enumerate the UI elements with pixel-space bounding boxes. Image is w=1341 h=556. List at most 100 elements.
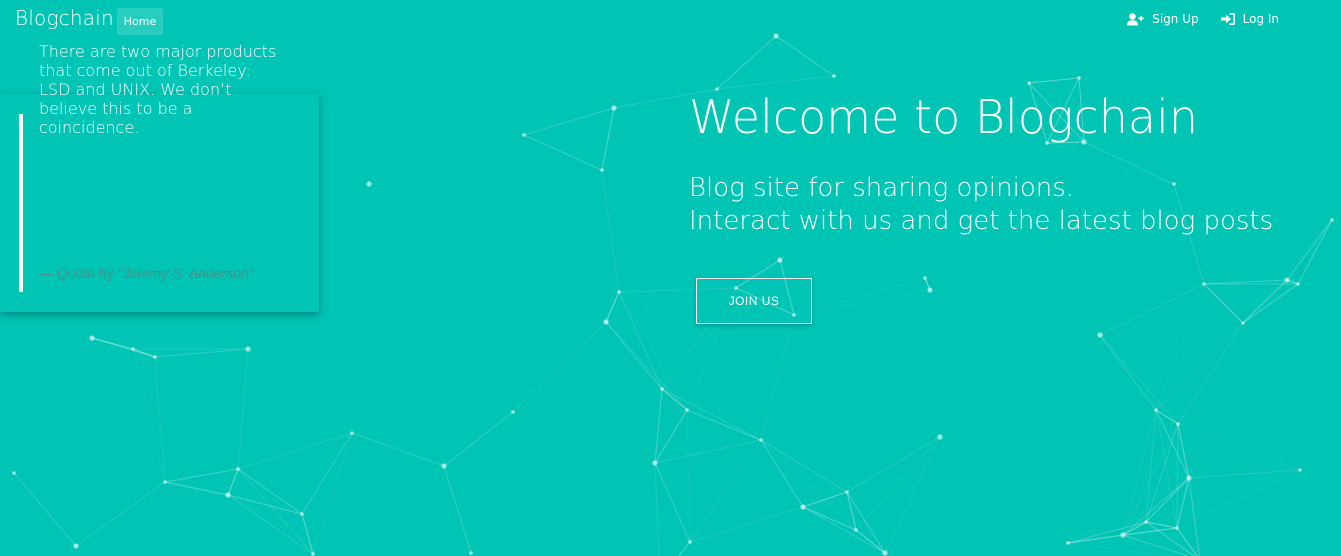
particle-node — [1097, 332, 1103, 338]
particle-link — [1145, 477, 1190, 523]
particle-node — [1120, 532, 1126, 538]
particle-link — [13, 472, 77, 547]
particle-link — [443, 411, 514, 467]
particle-link — [846, 491, 886, 554]
particle-link — [661, 388, 762, 441]
particle-link — [512, 321, 607, 413]
particle-link — [930, 290, 940, 437]
particle-link — [237, 468, 314, 555]
particle-link — [654, 409, 688, 464]
particle-link — [302, 466, 444, 514]
particle-link — [227, 494, 314, 555]
particle-node — [923, 276, 927, 280]
particle-link — [689, 506, 804, 543]
particle-node — [366, 181, 372, 187]
particle-link — [1203, 279, 1288, 285]
login-link[interactable]: Log In — [1220, 12, 1279, 26]
particle-link — [1297, 219, 1333, 285]
particle-node — [522, 133, 526, 137]
particle-link — [689, 439, 762, 543]
particle-link — [760, 439, 848, 493]
particle-link — [793, 277, 926, 316]
particle-link — [601, 107, 615, 171]
quote-attribution: — Quote by "Jeremy S. Anderson" — [39, 265, 254, 281]
particle-link — [605, 321, 663, 390]
particle-link — [716, 35, 777, 90]
particle-link — [884, 436, 941, 554]
particle-node — [1175, 526, 1179, 530]
particle-node — [1176, 422, 1180, 426]
particle-node — [685, 408, 689, 412]
particle-link — [605, 291, 620, 323]
particle-link — [1155, 409, 1178, 529]
particle-link — [793, 289, 931, 316]
particle-link — [1176, 477, 1190, 529]
particle-link — [601, 169, 620, 293]
particle-node — [350, 431, 354, 435]
particle-link — [523, 134, 603, 171]
particle-link — [686, 409, 762, 441]
particle-link — [802, 491, 848, 508]
particle-node — [469, 551, 473, 555]
particle-node — [845, 490, 849, 494]
particle-link — [654, 388, 663, 464]
particle-link — [471, 412, 513, 553]
quote-author: "Jeremy S. Anderson" — [117, 265, 254, 281]
particle-link — [154, 348, 249, 358]
particle-node — [1330, 218, 1334, 222]
particle-link — [1067, 521, 1147, 544]
particle-link — [606, 322, 655, 463]
signup-link[interactable]: Sign Up — [1127, 12, 1199, 26]
login-label: Log In — [1242, 12, 1279, 26]
join-us-button[interactable]: JOIN US — [696, 278, 812, 324]
particle-node — [832, 74, 836, 78]
particle-node — [937, 434, 943, 440]
particle-node — [511, 410, 515, 414]
particle-link — [855, 529, 886, 554]
particle-node — [927, 287, 933, 293]
brand-logo[interactable]: Blogchain — [15, 6, 114, 30]
particle-node — [1066, 541, 1070, 545]
particle-link — [1122, 423, 1179, 536]
particle-link — [1122, 477, 1190, 536]
particle-link — [1242, 283, 1299, 324]
particle-link — [523, 107, 615, 136]
particle-link — [618, 291, 663, 390]
particle-link — [1188, 469, 1301, 479]
particle-node — [759, 438, 763, 442]
particle-link — [678, 541, 691, 556]
particle-node — [131, 347, 135, 351]
particle-link — [227, 494, 303, 515]
signup-label: Sign Up — [1152, 12, 1199, 26]
particle-link — [237, 432, 353, 470]
hero-subtitle-line-1: Blog site for sharing opinions. — [689, 173, 1075, 203]
particle-link — [802, 506, 857, 531]
particle-link — [846, 436, 941, 493]
particle-link — [687, 315, 794, 410]
particle-link — [1176, 469, 1301, 529]
particle-link — [1203, 283, 1244, 324]
particle-node — [1144, 520, 1148, 524]
quote-text: There are two major products that come o… — [39, 42, 277, 137]
particle-link — [760, 314, 795, 441]
particle-node — [652, 460, 658, 466]
particle-node — [1077, 76, 1081, 80]
particle-node — [163, 480, 167, 484]
particle-link — [1203, 469, 1301, 556]
particle-node — [688, 540, 692, 544]
quote-attribution-prefix: — Quote by — [39, 265, 118, 281]
particle-link — [686, 409, 691, 543]
particle-link — [605, 321, 688, 411]
particle-node — [854, 528, 858, 532]
particle-node — [1027, 81, 1031, 85]
particle-link — [846, 491, 857, 531]
page: Blogchain Home Sign Up Log In There are … — [0, 0, 1341, 556]
nav-home-link[interactable]: Home — [117, 8, 163, 35]
hero-subtitle: Blog site for sharing opinions. Interact… — [689, 172, 1273, 238]
particle-node — [660, 387, 664, 391]
particle-node — [1241, 321, 1245, 325]
particle-link — [1122, 534, 1190, 556]
particle-node — [777, 257, 783, 263]
particle-link — [1028, 77, 1080, 84]
particle-link — [155, 357, 238, 469]
